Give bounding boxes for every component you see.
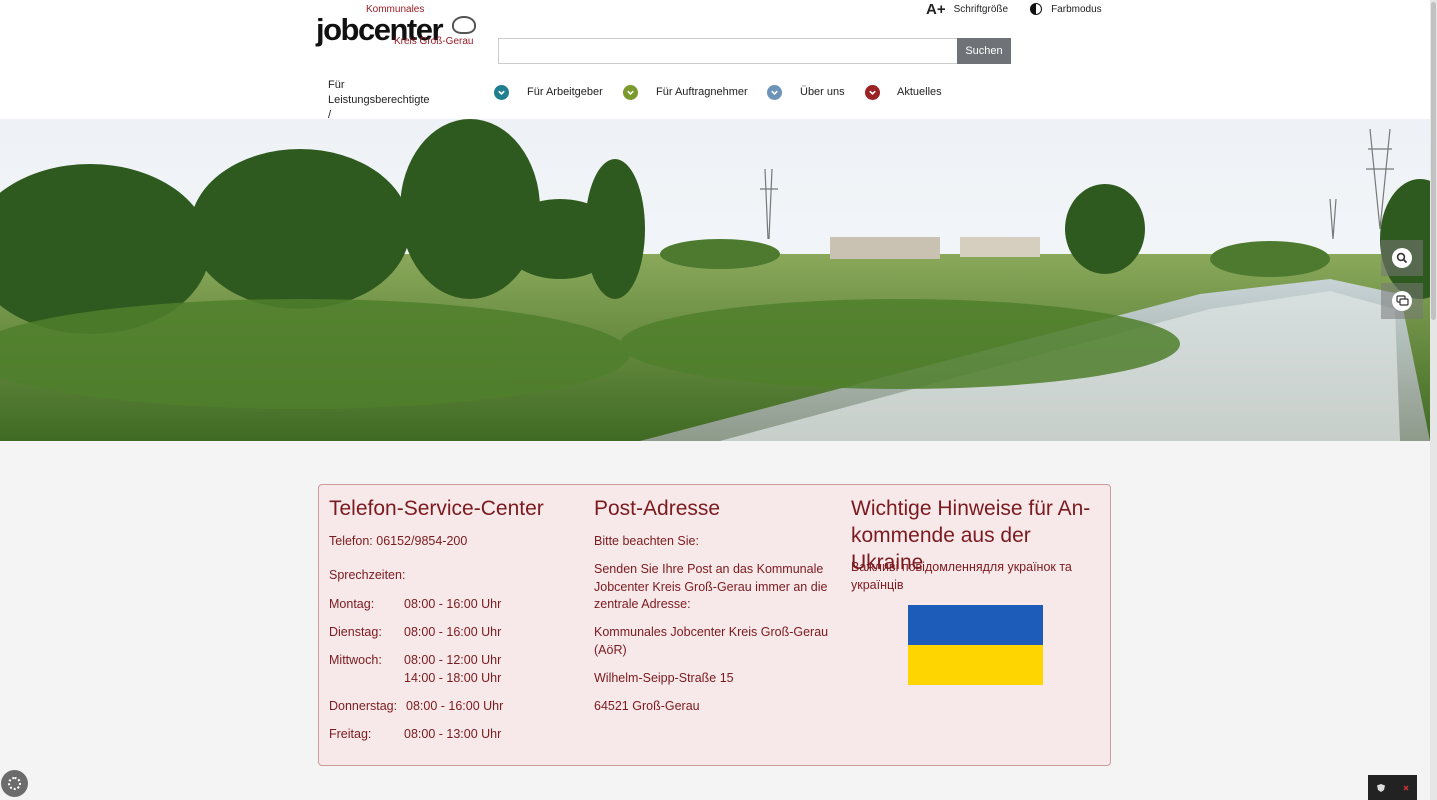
nav-label-ueber-uns: Über uns: [800, 86, 845, 98]
day-label: Mittwoch:: [329, 653, 382, 667]
nav-item-auftragnehmer[interactable]: Für Auftragnehmer: [656, 85, 748, 100]
day-label: Freitag:: [329, 727, 372, 741]
chevron-down-icon[interactable]: [767, 85, 782, 100]
fingerprint-icon: [8, 777, 21, 790]
hero-image: [0, 119, 1430, 441]
shield-icon: [1377, 783, 1386, 792]
nav-item-aktuelles[interactable]: Aktuelles: [897, 85, 942, 100]
post-note: Bitte beachten Sie:: [594, 534, 699, 548]
cookie-settings-button[interactable]: [1, 770, 28, 797]
hours-value: 08:00 - 16:00 Uhr: [404, 625, 502, 639]
search-button[interactable]: Suchen: [957, 38, 1011, 64]
day-label: Montag:: [329, 597, 375, 611]
telefon-number[interactable]: Telefon: 06152/9854-200: [329, 533, 467, 551]
scrollbar-thumb[interactable]: [1431, 2, 1436, 320]
corner-widget[interactable]: [1368, 775, 1417, 800]
chevron-down-icon[interactable]: [494, 85, 509, 100]
nav-item-arbeitgeber[interactable]: Für Arbeitgeber: [527, 85, 603, 100]
day-label: Dienstag:: [329, 625, 382, 639]
post-intro: Senden Sie Ihre Post an das Kommunale Jo…: [594, 562, 828, 611]
post-title: Post-Adresse: [594, 497, 721, 520]
hours-value: 08:00 - 16:00 Uhr: [404, 597, 502, 611]
search-input[interactable]: [498, 38, 958, 64]
nav-label-auftragnehmer: Für Auftragnehmer: [656, 86, 748, 98]
contrast-icon: [1030, 3, 1043, 15]
page-scrollbar[interactable]: [1430, 0, 1437, 800]
flag-yellow-stripe: [908, 645, 1043, 685]
post-city: 64521 Groß-Gerau: [594, 699, 700, 713]
chat-icon: [1392, 291, 1412, 311]
ukraine-flag[interactable]: [908, 605, 1043, 685]
day-label: Donnerstag:: [329, 699, 398, 713]
font-size-label: Schriftgröße: [953, 3, 1009, 15]
landscape-illustration: [0, 119, 1430, 441]
hours-label: Sprechzeiten:: [329, 568, 406, 582]
hours-value: 08:00 - 12:00 Uhr: [404, 653, 502, 667]
site-header: Kommunales jobcenter Kreis Groß-Gerau A+…: [0, 0, 1430, 136]
chevron-down-icon[interactable]: [623, 85, 638, 100]
ukraine-text[interactable]: Важливі повідомленнядля українок та укра…: [851, 559, 1086, 594]
color-mode-label: Farbmodus: [1051, 3, 1102, 15]
telefon-title: Telefon-Service-Center: [329, 497, 544, 520]
post-org: Kommunales Jobcenter Kreis Groß-Gerau (A…: [594, 625, 829, 657]
nav-label-aktuelles: Aktuelles: [897, 86, 942, 98]
font-size-icon: A+: [926, 0, 946, 18]
logo-mark-icon: [452, 16, 476, 34]
hours-value: 14:00 - 18:00 Uhr: [404, 671, 502, 685]
chat-side-button[interactable]: [1381, 283, 1423, 319]
search-side-button[interactable]: [1381, 240, 1423, 276]
chevron-down-icon[interactable]: [865, 85, 880, 100]
nav-label-arbeitgeber: Für Arbeitgeber: [527, 86, 603, 98]
accessibility-tools: A+ Schriftgröße Farbmodus: [926, 0, 1124, 18]
flag-blue-stripe: [908, 605, 1043, 645]
info-panel: Telefon-Service-Center Telefon: 06152/98…: [318, 484, 1111, 766]
close-icon[interactable]: [1403, 785, 1409, 791]
jobcenter-logo[interactable]: Kommunales jobcenter Kreis Groß-Gerau: [316, 4, 478, 48]
font-size-button[interactable]: A+ Schriftgröße: [926, 1, 1008, 18]
post-street: Wilhelm-Seipp-Straße 15: [594, 671, 734, 685]
logo-region: Kreis Groß-Gerau: [394, 36, 474, 47]
search-icon: [1392, 248, 1412, 268]
nav-item-ueber-uns[interactable]: Über uns: [800, 85, 845, 100]
hours-value: 08:00 - 16:00 Uhr: [406, 699, 504, 713]
color-mode-button[interactable]: Farbmodus: [1030, 3, 1102, 15]
hours-value: 08:00 - 13:00 Uhr: [404, 727, 502, 741]
